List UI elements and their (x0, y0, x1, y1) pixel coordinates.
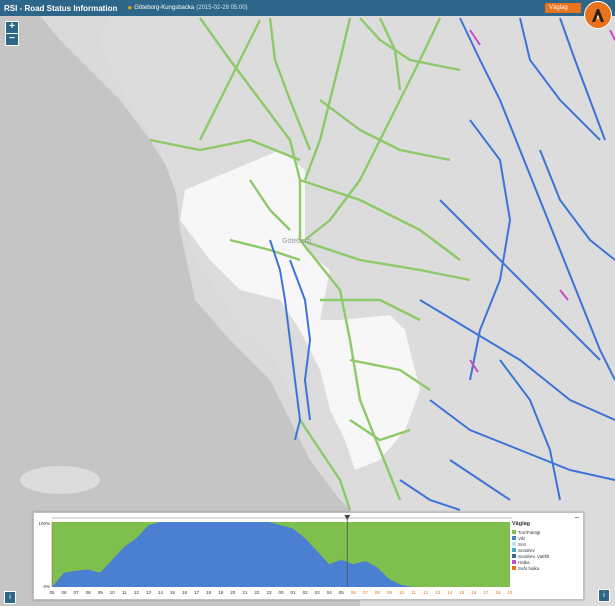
x-tick-label: 08 (375, 590, 381, 595)
top-bar: RSI - Road Status Information ● Göteborg… (0, 0, 615, 16)
x-tick-label: 13 (146, 590, 152, 595)
x-tick-label: 02 (303, 590, 309, 595)
x-tick-label: 04 (327, 590, 333, 595)
x-tick-label: 18 (495, 590, 501, 595)
legend-swatch (512, 560, 516, 564)
road-status-chart-panel: − 100% 0% 05 06 07 08 09 10 11 12 13 14 15 16 17 18 19 20… (33, 512, 584, 600)
location-pin-icon: ● (127, 3, 133, 12)
legend: Väglag Torr/Fuktigt Våt Snö Snödrev Snödrev,… (512, 521, 582, 571)
x-tick-label: 21 (242, 590, 248, 595)
x-tick-label: 11 (122, 590, 127, 595)
location-info[interactable]: ● Göteborg-Kungsbacka (2015-02-28 05:00) (127, 4, 247, 12)
x-tick-label: 06 (351, 590, 357, 595)
x-tick-label: 12 (423, 590, 429, 595)
legend-title: Väglag (512, 521, 531, 527)
x-tick-label: 20 (230, 590, 236, 595)
x-tick-label: 00 (278, 590, 284, 595)
app-title: RSI - Road Status Information (4, 3, 118, 13)
x-tick-label: 19 (507, 590, 512, 595)
x-tick-label: 15 (459, 590, 465, 595)
x-tick-label: 05 (339, 590, 345, 595)
x-tick-label: 16 (182, 590, 188, 595)
x-tick-label: 18 (206, 590, 212, 595)
x-tick-label: 09 (387, 590, 393, 595)
legend-label: Snö (518, 541, 527, 547)
legend-label: Snödrev (518, 547, 535, 553)
legend-swatch (512, 554, 516, 558)
x-tick-label: 07 (363, 590, 369, 595)
x-tick-label: 17 (483, 590, 489, 595)
zoom-out-button[interactable]: − (5, 33, 19, 46)
legend-label: Snödrev, Vattfilt (518, 553, 550, 559)
x-tick-label: 08 (86, 590, 92, 595)
legend-swatch (512, 536, 516, 540)
chart-svg[interactable]: 100%0%05 06 07 08 09 10 11 12 13 14 15 16 17 18 19 20 21… (34, 513, 512, 599)
x-tick-label: 01 (291, 590, 297, 595)
y-tick-label: 0% (43, 584, 50, 589)
x-tick-label: 23 (266, 590, 272, 595)
x-tick-label: 07 (74, 590, 80, 595)
info-left-button[interactable]: i (4, 591, 16, 604)
legend-label: Svår halka (518, 565, 540, 571)
legend-label: Våt (518, 535, 525, 541)
road-logo-icon (592, 9, 604, 22)
x-tick-label: 22 (254, 590, 260, 595)
layer-select-button[interactable]: Väglag (545, 3, 581, 13)
x-tick-label: 09 (98, 590, 104, 595)
legend-label: Torr/Fuktigt (518, 529, 541, 535)
x-tick-label: 14 (447, 590, 453, 595)
info-right-button[interactable]: i (598, 589, 610, 602)
x-tick-label: 10 (110, 590, 116, 595)
legend-swatch (512, 530, 516, 534)
x-tick-label: 15 (170, 590, 176, 595)
city-label: Göteborg (282, 238, 311, 245)
x-tick-label: 12 (134, 590, 140, 595)
legend-label: Halka (518, 559, 530, 565)
x-tick-label: 10 (399, 590, 405, 595)
legend-swatch (512, 566, 516, 570)
x-tick-label: 16 (471, 590, 477, 595)
x-tick-label: 14 (158, 590, 164, 595)
y-tick-label: 100% (38, 521, 50, 526)
legend-item: Svår halka (512, 565, 582, 571)
x-tick-label: 05 (49, 590, 55, 595)
legend-swatch (512, 548, 516, 552)
x-tick-label: 17 (194, 590, 200, 595)
location-name: Göteborg-Kungsbacka (134, 5, 195, 11)
x-tick-label: 03 (315, 590, 321, 595)
x-tick-label: 11 (411, 590, 416, 595)
app-logo (584, 1, 612, 29)
x-tick-label: 06 (62, 590, 68, 595)
legend-swatch (512, 542, 516, 546)
x-tick-label: 19 (218, 590, 224, 595)
location-date: (2015-02-28 05:00) (196, 5, 248, 11)
x-tick-label: 13 (435, 590, 441, 595)
